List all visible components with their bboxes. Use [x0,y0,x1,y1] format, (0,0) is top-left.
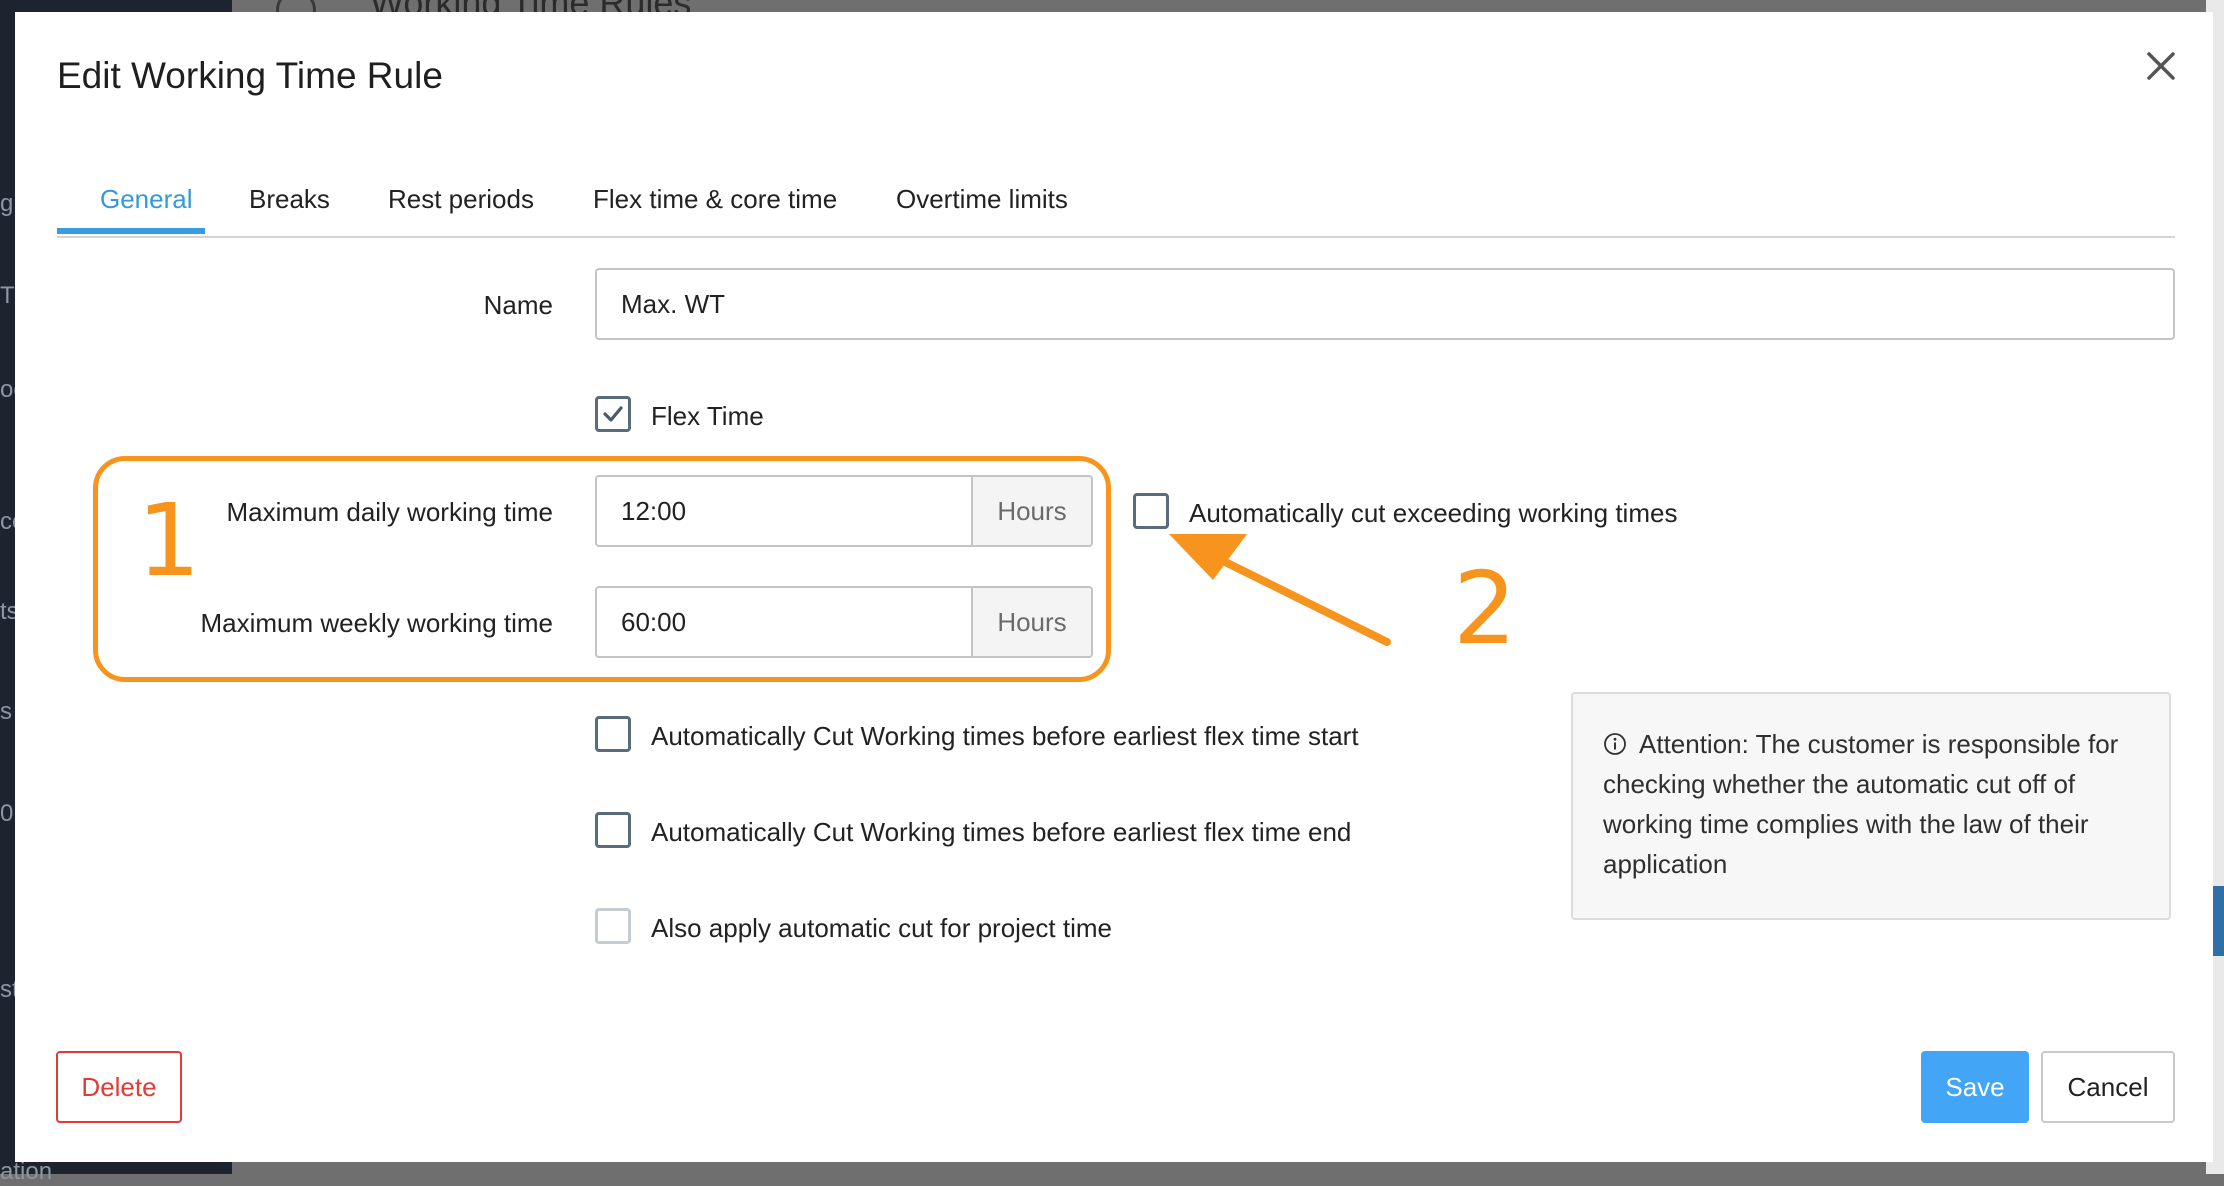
tab-flex-time-core-time[interactable]: Flex time & core time [593,184,837,215]
cut-before-flex-start-label: Automatically Cut Working times before e… [651,721,1359,751]
apply-project-time-checkbox[interactable] [595,908,631,944]
annotation-highlight-box [93,456,1111,682]
flex-time-checkbox[interactable] [595,396,631,432]
background-sidebar-fragment: ation [0,1158,53,1185]
tab-bar: General Breaks Rest periods Flex time & … [57,164,2175,238]
name-label: Name [483,290,553,320]
active-tab-indicator [57,228,205,234]
tab-rest-periods[interactable]: Rest periods [388,184,534,215]
cut-before-flex-end-label: Automatically Cut Working times before e… [651,817,1352,847]
annotation-arrow-icon [1169,534,1391,646]
flex-time-label: Flex Time [651,401,764,431]
background-sidebar-fragment: 0 [0,800,14,827]
cut-before-flex-end-checkbox[interactable] [595,812,631,848]
annotation-marker-1: 1 [137,482,201,599]
attention-text: Attention: The customer is responsible f… [1603,729,2119,879]
annotation-marker-2: 2 [1453,550,1517,667]
attention-info-box: Attention: The customer is responsible f… [1571,692,2171,920]
save-button[interactable]: Save [1921,1051,2029,1123]
background-sidebar-fragment: T [0,282,15,309]
background-sidebar-fragment: s [0,698,12,725]
tab-overtime-limits[interactable]: Overtime limits [896,184,1068,215]
checkmark-icon [603,406,623,422]
dialog-title: Edit Working Time Rule [57,55,443,96]
edit-working-time-rule-dialog: Edit Working Time Rule General Breaks Re… [15,12,2213,1162]
delete-button[interactable]: Delete [56,1051,182,1123]
close-icon [2147,52,2175,80]
cut-before-flex-start-checkbox[interactable] [595,716,631,752]
info-icon [1604,733,1626,755]
cancel-button[interactable]: Cancel [2041,1051,2175,1123]
tab-breaks[interactable]: Breaks [249,184,330,215]
close-button[interactable] [2135,40,2187,92]
background-sidebar-fragment: g [0,190,14,217]
auto-cut-exceeding-checkbox[interactable] [1133,493,1169,529]
apply-project-time-label: Also apply automatic cut for project tim… [651,913,1112,943]
tab-general[interactable]: General [100,184,193,215]
name-input[interactable] [595,268,2175,340]
background-blue-button-edge [2212,886,2224,956]
